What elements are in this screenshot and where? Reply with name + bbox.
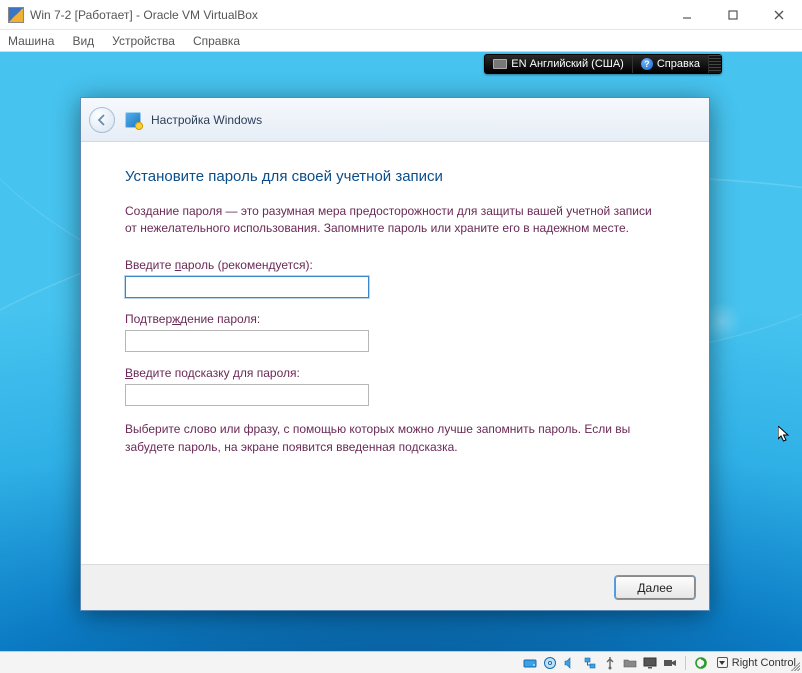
minimize-button[interactable] [664, 0, 710, 30]
recording-icon[interactable] [662, 655, 678, 671]
host-key-icon [717, 657, 728, 668]
shared-folders-icon[interactable] [622, 655, 638, 671]
language-label: EN Английский (США) [511, 58, 624, 70]
network-icon[interactable] [582, 655, 598, 671]
window-title: Win 7-2 [Работает] - Oracle VM VirtualBo… [30, 8, 664, 22]
guest-desktop: EN Английский (США) ? Справка Настройка … [0, 52, 802, 651]
menu-machine[interactable]: Машина [8, 34, 54, 48]
password-input[interactable] [125, 276, 369, 298]
display-icon[interactable] [642, 655, 658, 671]
back-button[interactable] [89, 107, 115, 133]
hint-description: Выберите слово или фразу, с помощью кото… [125, 420, 665, 456]
optical-disk-icon[interactable] [542, 655, 558, 671]
help-label: Справка [657, 58, 700, 70]
confirm-password-label: Подтверждение пароля: [125, 312, 665, 326]
audio-icon[interactable] [562, 655, 578, 671]
maximize-button[interactable] [710, 0, 756, 30]
setup-wizard-window: Настройка Windows Установите пароль для … [80, 97, 710, 611]
setup-topbar[interactable]: EN Английский (США) ? Справка [484, 54, 722, 74]
wizard-header-title: Настройка Windows [151, 113, 262, 127]
guest-additions-icon[interactable] [693, 655, 709, 671]
page-description: Создание пароля — это разумная мера пред… [125, 203, 665, 238]
virtualbox-menubar: Машина Вид Устройства Справка [0, 30, 802, 52]
wizard-body: Установите пароль для своей учетной запи… [81, 142, 709, 564]
wizard-footer: Далее [81, 564, 709, 610]
statusbar-separator [685, 656, 686, 670]
next-button[interactable]: Далее [615, 576, 695, 599]
page-title: Установите пароль для своей учетной запи… [125, 168, 665, 185]
virtualbox-statusbar: Right Control [0, 651, 802, 673]
topbar-grip[interactable] [709, 55, 721, 73]
language-selector[interactable]: EN Английский (США) [485, 55, 633, 73]
menu-view[interactable]: Вид [72, 34, 94, 48]
keyboard-icon [493, 59, 507, 69]
password-hint-label: Введите подсказку для пароля: [125, 366, 665, 380]
password-hint-input[interactable] [125, 384, 369, 406]
virtualbox-titlebar: Win 7-2 [Работает] - Oracle VM VirtualBo… [0, 0, 802, 30]
menu-devices[interactable]: Устройства [112, 34, 175, 48]
hard-disk-icon[interactable] [522, 655, 538, 671]
cursor-icon [778, 426, 790, 444]
usb-icon[interactable] [602, 655, 618, 671]
resize-grip[interactable] [790, 661, 800, 671]
password-label: Введите пароль (рекомендуется): [125, 258, 665, 272]
menu-help[interactable]: Справка [193, 34, 240, 48]
host-key-label: Right Control [732, 657, 796, 669]
close-button[interactable] [756, 0, 802, 30]
help-button[interactable]: ? Справка [633, 55, 709, 73]
host-key-indicator[interactable]: Right Control [713, 657, 796, 669]
virtualbox-icon [8, 7, 24, 23]
help-icon: ? [641, 58, 653, 70]
wizard-header: Настройка Windows [81, 98, 709, 142]
confirm-password-input[interactable] [125, 330, 369, 352]
setup-windows-icon [125, 112, 141, 128]
